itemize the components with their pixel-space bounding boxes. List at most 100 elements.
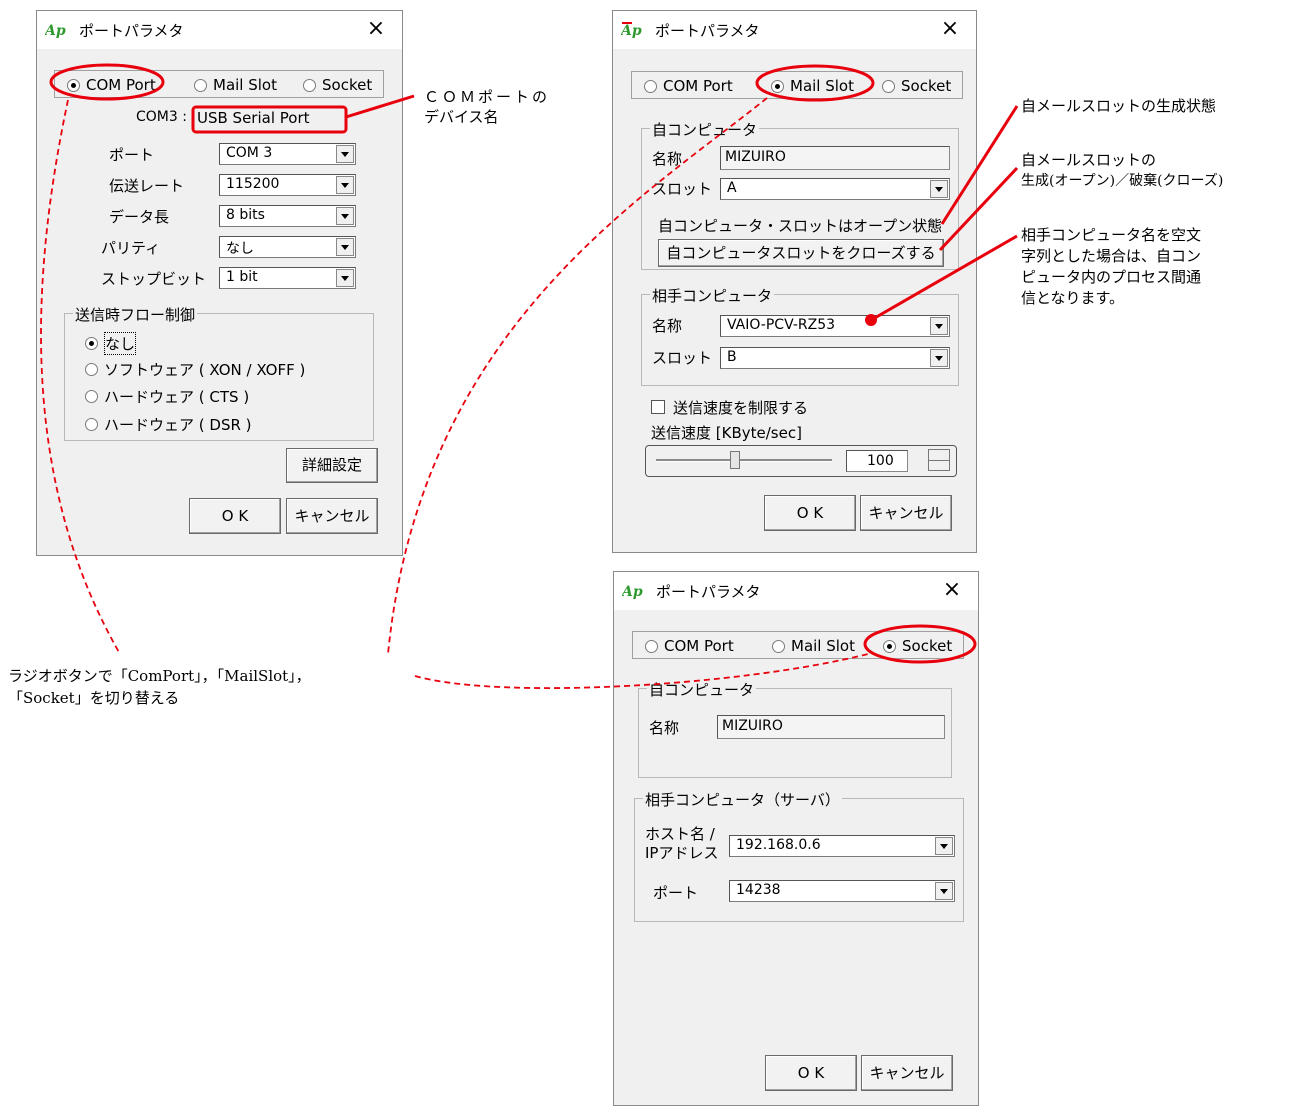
socket-dialog: Ap ポートパラメタ × COM Port Mail Slot Socket 自…: [613, 571, 979, 1106]
chevron-down-icon[interactable]: [336, 176, 354, 194]
radio-com-port[interactable]: COM Port: [645, 637, 734, 655]
limit-speed-checkbox[interactable]: 送信速度を制限する: [651, 397, 808, 418]
chevron-down-icon[interactable]: [336, 269, 354, 287]
flow-control-legend: 送信時フロー制御: [73, 304, 198, 325]
app-logo-icon: Ap: [622, 584, 643, 599]
annotation-radio-switch-line2: 「Socket」を切り替える: [8, 689, 180, 707]
close-slot-button[interactable]: 自コンピュータスロットをクローズする: [658, 239, 944, 267]
chevron-down-icon[interactable]: [930, 180, 948, 198]
radio-button-icon: [85, 337, 98, 350]
remote-computer-group: 相手コンピュータ 名称 VAIO-PCV-RZ53 スロット B: [641, 285, 959, 386]
chevron-down-icon[interactable]: [935, 837, 953, 855]
app-logo-icon: Ap: [621, 22, 642, 38]
speed-value-field[interactable]: 100: [846, 450, 908, 472]
stop-bits-label: ストップビット: [101, 270, 207, 288]
detail-settings-button[interactable]: 詳細設定: [286, 448, 378, 483]
annotation-com-device-line2: デバイス名: [424, 108, 499, 126]
mail-slot-dialog: Ap ポートパラメタ × COM Port Mail Slot Socket 自…: [612, 10, 977, 553]
remote-name-label: 名称: [652, 317, 683, 335]
dialog-title: ポートパラメタ: [655, 22, 760, 40]
ok-button[interactable]: O K: [189, 498, 281, 534]
flow-none-radio[interactable]: なし: [85, 332, 137, 355]
port-select[interactable]: 14238: [729, 880, 955, 902]
speed-spinner-icon[interactable]: [928, 449, 950, 471]
radio-button-icon: [67, 78, 80, 92]
title-bar: Ap ポートパラメタ ×: [37, 11, 402, 49]
checkbox-icon: [651, 400, 665, 414]
title-bar: Ap ポートパラメタ ×: [614, 572, 978, 610]
radio-mail-slot[interactable]: Mail Slot: [772, 637, 855, 655]
own-slot-select[interactable]: A: [720, 178, 950, 200]
flow-control-group: 送信時フロー制御 なし ソフトウェア ( XON / XOFF ) ハードウェア…: [64, 304, 374, 441]
chevron-down-icon[interactable]: [336, 207, 354, 225]
speed-label: 送信速度 [KByte/sec]: [651, 424, 802, 442]
data-bits-label: データ長: [109, 208, 170, 226]
port-label: ポート: [653, 884, 699, 902]
radio-button-icon: [772, 639, 785, 653]
own-name-field: MIZUIRO: [720, 146, 950, 170]
radio-button-icon: [85, 363, 98, 376]
own-computer-legend: 自コンピュータ: [647, 679, 757, 700]
radio-com-port[interactable]: COM Port: [67, 76, 156, 94]
close-icon[interactable]: ×: [940, 577, 964, 603]
ok-button[interactable]: O K: [765, 1055, 857, 1091]
speed-slider-track[interactable]: [656, 459, 832, 462]
cancel-button[interactable]: キャンセル: [861, 1055, 953, 1091]
remote-name-select[interactable]: VAIO-PCV-RZ53: [720, 315, 950, 337]
app-logo-icon: Ap: [45, 23, 66, 38]
cancel-button[interactable]: キャンセル: [286, 498, 378, 534]
speed-slider-thumb[interactable]: [730, 451, 740, 469]
dialog-title: ポートパラメタ: [656, 583, 761, 601]
flow-dsr-radio[interactable]: ハードウェア ( DSR ): [85, 414, 252, 435]
baud-rate-select[interactable]: 115200: [219, 174, 356, 196]
radio-socket[interactable]: Socket: [303, 76, 372, 94]
own-computer-legend: 自コンピュータ: [650, 119, 760, 140]
ok-button[interactable]: O K: [764, 495, 856, 531]
chevron-down-icon[interactable]: [336, 145, 354, 163]
svg-text:Ap: Ap: [621, 23, 642, 38]
close-icon[interactable]: ×: [364, 16, 388, 42]
remote-slot-select[interactable]: B: [720, 347, 950, 369]
server-legend: 相手コンピュータ（サーバ）: [643, 789, 842, 810]
svg-text:Ap: Ap: [622, 584, 643, 599]
annotation-com-device-line1: ＣＯＭポートの: [424, 88, 551, 106]
radio-button-icon: [194, 78, 207, 92]
remote-computer-legend: 相手コンピュータ: [650, 285, 775, 306]
own-computer-group: 自コンピュータ 名称 MIZUIRO: [638, 679, 952, 778]
chevron-down-icon[interactable]: [336, 238, 354, 256]
chevron-down-icon[interactable]: [930, 317, 948, 335]
annotation-remote-note-line4: 信となります。: [1021, 289, 1125, 307]
data-bits-select[interactable]: 8 bits: [219, 205, 356, 227]
host-label-line1: ホスト名 /: [645, 825, 715, 843]
radio-button-icon: [882, 79, 895, 93]
radio-button-icon: [645, 639, 658, 653]
radio-button-icon: [303, 78, 316, 92]
radio-com-port[interactable]: COM Port: [644, 77, 733, 95]
own-name-label: 名称: [649, 719, 680, 737]
annotation-slot-toggle-line1: 自メールスロットの: [1021, 151, 1157, 169]
close-icon[interactable]: ×: [938, 16, 962, 42]
chevron-down-icon[interactable]: [930, 349, 948, 367]
annotation-radio-switch-line1: ラジオボタンで「ComPort」，「MailSlot」，: [8, 667, 311, 685]
stop-bits-select[interactable]: 1 bit: [219, 267, 356, 289]
radio-socket[interactable]: Socket: [883, 637, 952, 655]
annotation-slot-toggle-line2: 生成(オープン)／破棄(クローズ): [1021, 173, 1224, 189]
radio-mail-slot[interactable]: Mail Slot: [194, 76, 277, 94]
radio-button-icon: [85, 390, 98, 403]
port-label: ポート: [109, 146, 155, 164]
host-select[interactable]: 192.168.0.6: [729, 835, 955, 857]
cancel-button[interactable]: キャンセル: [860, 495, 952, 531]
port-select[interactable]: COM 3: [219, 143, 356, 165]
host-label-line2: IPアドレス: [645, 844, 719, 862]
flow-xon-xoff-radio[interactable]: ソフトウェア ( XON / XOFF ): [85, 359, 305, 380]
parity-select[interactable]: なし: [219, 236, 356, 258]
own-slot-label: スロット: [652, 180, 713, 198]
annotation-slot-status: 自メールスロットの生成状態: [1021, 97, 1217, 115]
baud-rate-label: 伝送レート: [109, 177, 185, 195]
chevron-down-icon[interactable]: [935, 882, 953, 900]
radio-mail-slot[interactable]: Mail Slot: [771, 77, 854, 95]
radio-socket[interactable]: Socket: [882, 77, 951, 95]
flow-cts-radio[interactable]: ハードウェア ( CTS ): [85, 386, 249, 407]
own-name-label: 名称: [652, 150, 683, 168]
radio-button-icon: [771, 79, 784, 93]
